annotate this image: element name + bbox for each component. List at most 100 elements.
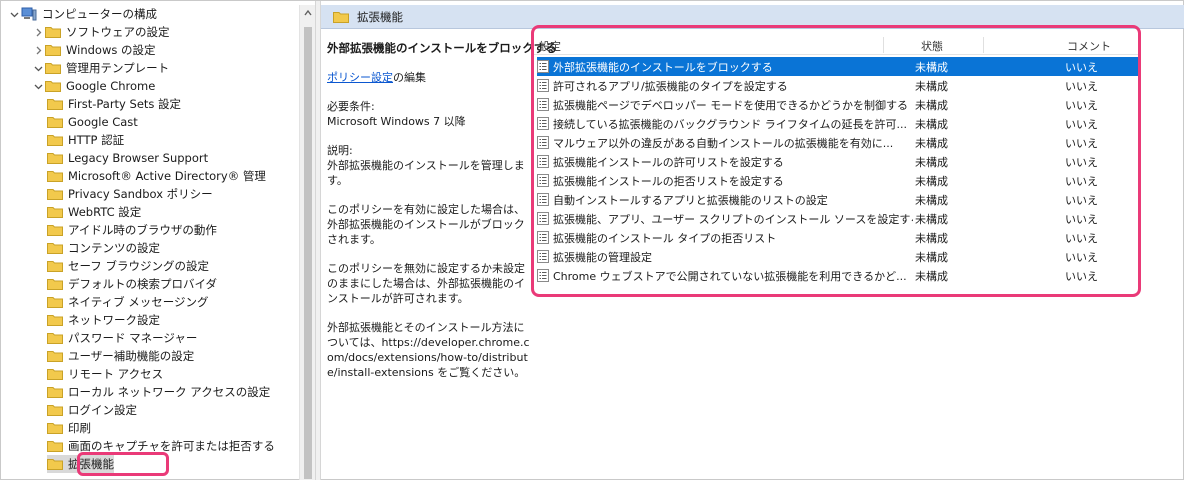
policy-setting-icon [537, 231, 549, 244]
folder-icon [47, 333, 63, 344]
table-row[interactable]: 拡張機能、アプリ、ユーザー スクリプトのインストール ソースを設定する 未構成 いい… [537, 209, 1139, 228]
folder-icon [333, 11, 349, 23]
column-setting[interactable]: 設定 [539, 38, 561, 54]
tree-item[interactable]: 管理用テンプレート [31, 59, 169, 77]
tree-item-label: ログイン設定 [68, 403, 137, 417]
chevron-down-icon[interactable] [31, 59, 45, 77]
chevron-right-icon[interactable] [31, 23, 45, 41]
tree-item[interactable]: Google Chrome [31, 77, 155, 95]
tree-item[interactable]: デフォルトの検索プロバイダ [47, 275, 217, 293]
tree-item-label: セーフ ブラウジングの設定 [68, 259, 209, 273]
edit-policy-link[interactable]: ポリシー設定 [327, 71, 393, 84]
column-state[interactable]: 状態 [921, 38, 943, 54]
setting-comment: いいえ [1065, 117, 1098, 131]
table-row[interactable]: 拡張機能の管理設定 未構成 いいえ [537, 247, 1139, 266]
column-divider[interactable] [883, 37, 884, 53]
column-divider[interactable] [983, 37, 984, 53]
edit-line: ポリシー設定の編集 [327, 70, 531, 85]
breadcrumb-label: 拡張機能 [357, 9, 403, 24]
tree-item[interactable]: ネイティブ メッセージング [47, 293, 209, 311]
setting-comment: いいえ [1065, 98, 1098, 112]
table-row[interactable]: マルウェア以外の違反がある自動インストールの拡張機能を有効に... 未構成 いいえ [537, 133, 1139, 152]
setting-state: 未構成 [915, 269, 948, 283]
column-comment[interactable]: コメント [1067, 38, 1111, 54]
table-row[interactable]: 許可されるアプリ/拡張機能のタイプを設定する 未構成 いいえ [537, 76, 1139, 95]
requirements-value: Microsoft Windows 7 以降 [327, 115, 466, 128]
tree-item[interactable]: Microsoft® Active Directory® 管理 [47, 167, 266, 185]
explanation-text: 外部拡張機能のインストールを管理します。 [327, 159, 525, 187]
folder-icon [47, 441, 63, 452]
tree-item[interactable]: Privacy Sandbox ポリシー [47, 185, 213, 203]
more-info-text: 外部拡張機能とそのインストール方法については、https://developer… [327, 321, 530, 379]
tree-scrollbar[interactable] [299, 5, 315, 480]
setting-comment: いいえ [1065, 174, 1098, 188]
chevron-down-icon[interactable] [7, 5, 21, 23]
tree-item[interactable]: HTTP 認証 [47, 131, 124, 149]
tree-item-label: 管理用テンプレート [66, 61, 170, 75]
setting-state: 未構成 [915, 117, 948, 131]
policy-setting-icon [537, 98, 549, 111]
tree-item-label: ローカル ネットワーク アクセスの設定 [68, 385, 271, 399]
table-row[interactable]: 接続している拡張機能のバックグラウンド ライフタイムの延長を許可... 未構成 いい… [537, 114, 1139, 133]
scroll-up-icon[interactable] [304, 9, 312, 17]
tree-item[interactable]: Legacy Browser Support [47, 149, 208, 167]
setting-comment: いいえ [1065, 193, 1098, 207]
folder-icon [47, 459, 63, 470]
tree-item-label: ネイティブ メッセージング [68, 295, 209, 309]
tree-item[interactable]: WebRTC 設定 [47, 203, 141, 221]
chevron-down-icon[interactable] [31, 77, 45, 95]
folder-icon [47, 369, 63, 380]
setting-state: 未構成 [915, 60, 948, 74]
tree-item[interactable]: First-Party Sets 設定 [47, 95, 181, 113]
tree-item[interactable]: ソフトウェアの設定 [31, 23, 170, 41]
table-row[interactable]: 拡張機能のインストール タイプの拒否リスト 未構成 いいえ [537, 228, 1139, 247]
tree-item-label: アイドル時のブラウザの動作 [68, 223, 217, 237]
tree-item[interactable]: Windows の設定 [31, 41, 156, 59]
list-header: 設定 状態 コメント [533, 35, 1139, 55]
policy-tree: コンピューターの構成 ソフトウェアの設定 Windows の設定管理用テンプレート G… [7, 5, 301, 480]
tree-item[interactable]: ログイン設定 [47, 401, 137, 419]
breadcrumb: 拡張機能 [321, 5, 1184, 29]
table-row[interactable]: 拡張機能インストールの拒否リストを設定する 未構成 いいえ [537, 171, 1139, 190]
setting-state: 未構成 [915, 98, 948, 112]
tree-item[interactable]: コンピューターの構成 [7, 5, 157, 23]
policy-title: 外部拡張機能のインストールをブロックする [327, 41, 557, 55]
tree-item[interactable]: リモート アクセス [47, 365, 163, 383]
scroll-thumb[interactable] [304, 27, 312, 479]
setting-name: 拡張機能インストールの許可リストを設定する [553, 155, 784, 169]
tree-item[interactable]: コンテンツの設定 [47, 239, 160, 257]
tree-item-label: WebRTC 設定 [68, 205, 142, 219]
tree-item[interactable]: アイドル時のブラウザの動作 [47, 221, 217, 239]
settings-list: 設定 状態 コメント 外部拡張機能のインストールをブロックする 未構成 いいえ 許可さ… [533, 35, 1139, 287]
folder-icon [47, 99, 63, 110]
policy-setting-icon [537, 250, 549, 263]
tree-item[interactable]: ネットワーク設定 [47, 311, 160, 329]
setting-state: 未構成 [915, 193, 948, 207]
table-row[interactable]: 拡張機能ページでデベロッパー モードを使用できるかどうかを制御する 未構成 いいえ [537, 95, 1139, 114]
table-row[interactable]: 外部拡張機能のインストールをブロックする 未構成 いいえ [537, 57, 1139, 76]
policy-setting-icon [537, 136, 549, 149]
tree-item-label: Privacy Sandbox ポリシー [68, 187, 213, 201]
tree-item[interactable]: ユーザー補助機能の設定 [47, 347, 194, 365]
table-row[interactable]: 自動インストールするアプリと拡張機能のリストの設定 未構成 いいえ [537, 190, 1139, 209]
folder-icon [47, 153, 63, 164]
table-row[interactable]: Chrome ウェブストアで公開されていない拡張機能を利用できるかど... 未構成… [537, 266, 1139, 285]
tree-item-label: 画面のキャプチャを許可または拒否する [68, 439, 275, 453]
tree-item[interactable]: 拡張機能 [47, 455, 114, 473]
chevron-right-icon[interactable] [31, 41, 45, 59]
setting-state: 未構成 [915, 155, 948, 169]
tree-item[interactable]: セーフ ブラウジングの設定 [47, 257, 209, 275]
tree-item[interactable]: パスワード マネージャー [47, 329, 197, 347]
setting-name: 拡張機能、アプリ、ユーザー スクリプトのインストール ソースを設定する [553, 212, 913, 226]
tree-item[interactable]: Google Cast [47, 113, 138, 131]
table-row[interactable]: 拡張機能インストールの許可リストを設定する 未構成 いいえ [537, 152, 1139, 171]
policy-setting-icon [537, 155, 549, 168]
setting-comment: いいえ [1065, 212, 1098, 226]
policy-setting-icon [537, 193, 549, 206]
computer-icon [21, 7, 37, 21]
folder-icon [47, 189, 63, 200]
enabled-text: このポリシーを有効に設定した場合は、外部拡張機能のインストールがブロックされます… [327, 203, 525, 246]
tree-item[interactable]: 印刷 [47, 419, 91, 437]
tree-item[interactable]: 画面のキャプチャを許可または拒否する [47, 437, 275, 455]
tree-item[interactable]: ローカル ネットワーク アクセスの設定 [47, 383, 270, 401]
